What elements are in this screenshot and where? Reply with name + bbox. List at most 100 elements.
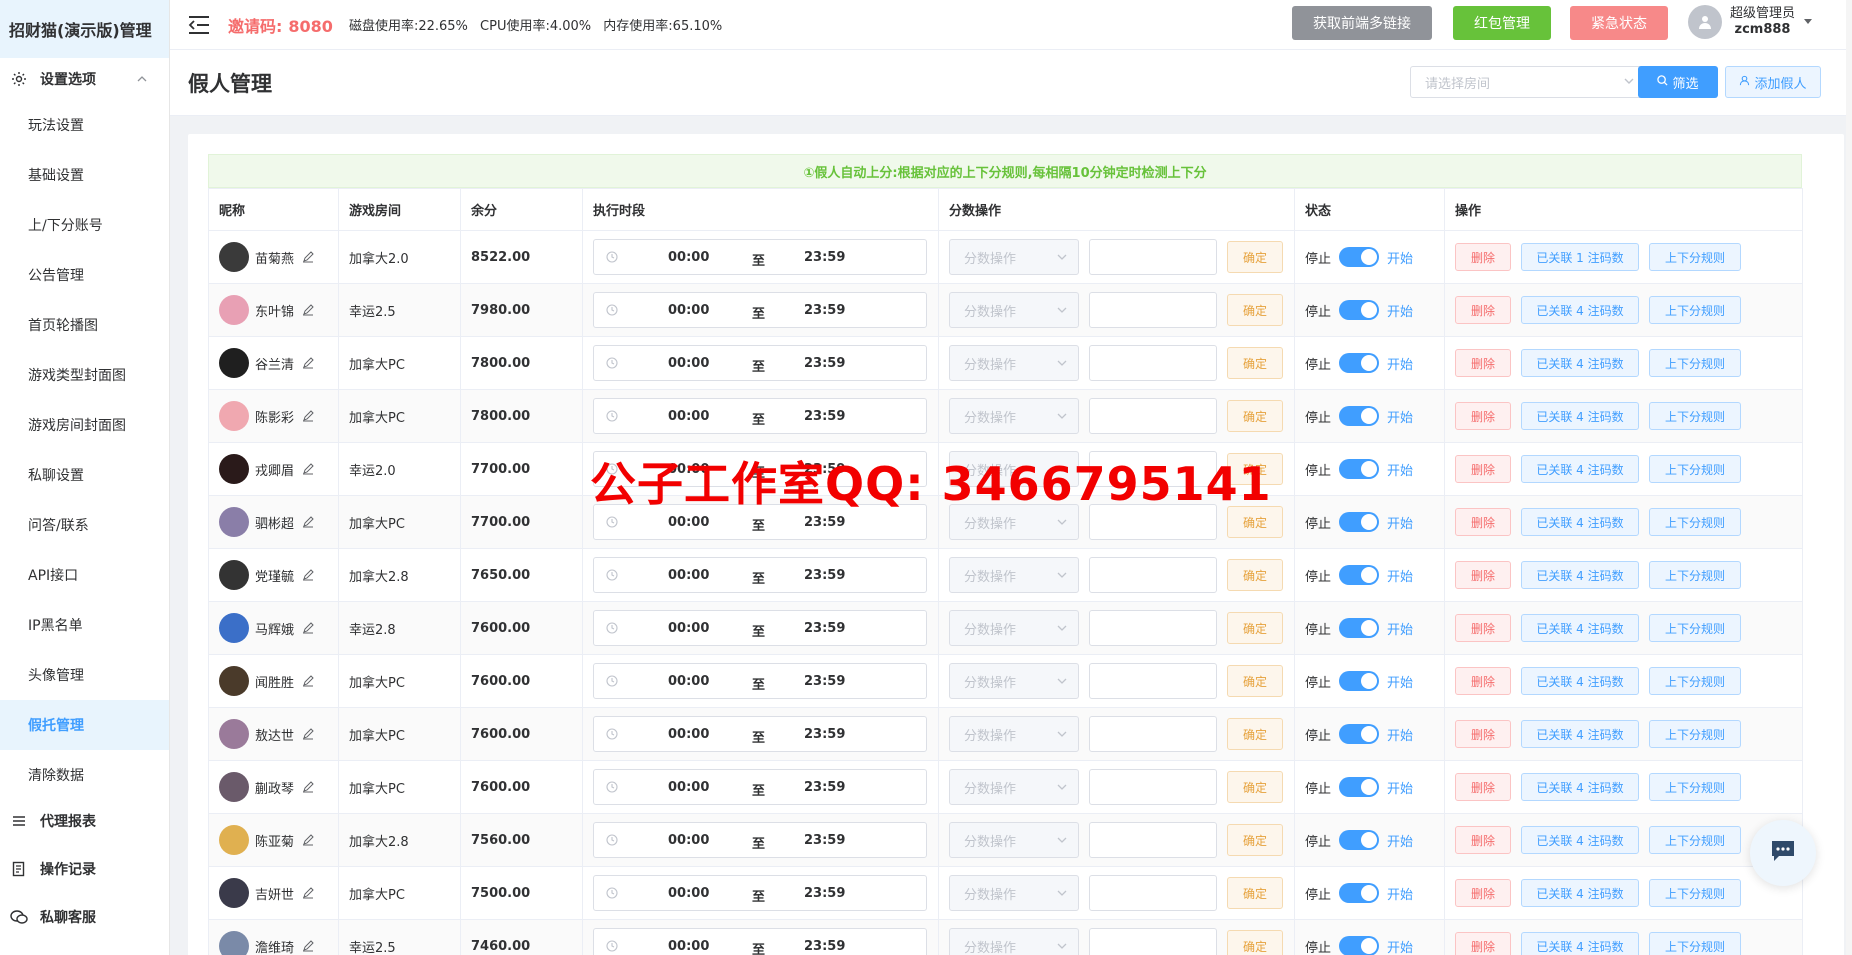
room-select[interactable]: 请选择房间: [1410, 66, 1646, 98]
sidebar-item-13[interactable]: 清除数据: [0, 750, 169, 800]
time-range-picker[interactable]: 00:00 至 23:59: [593, 610, 927, 646]
score-op-select[interactable]: 分数操作: [949, 557, 1079, 593]
score-rule-button[interactable]: 上下分规则: [1649, 932, 1741, 955]
score-op-select[interactable]: 分数操作: [949, 239, 1079, 275]
delete-button[interactable]: 删除: [1455, 243, 1511, 271]
status-toggle[interactable]: [1339, 247, 1380, 267]
edit-icon[interactable]: [302, 622, 314, 634]
status-toggle[interactable]: [1339, 300, 1380, 320]
score-op-select[interactable]: 分数操作: [949, 663, 1079, 699]
sidebar-item-7[interactable]: 私聊设置: [0, 450, 169, 500]
score-op-select[interactable]: 分数操作: [949, 928, 1079, 955]
confirm-button[interactable]: 确定: [1227, 347, 1283, 379]
edit-icon[interactable]: [302, 675, 314, 687]
add-fake-user-button[interactable]: 添加假人: [1725, 66, 1821, 98]
sidebar-item-6[interactable]: 游戏房间封面图: [0, 400, 169, 450]
get-frontend-links-button[interactable]: 获取前端多链接: [1292, 6, 1432, 40]
user-menu[interactable]: 超级管理员 zcm888: [1688, 5, 1813, 39]
edit-icon[interactable]: [302, 463, 314, 475]
linked-bets-button[interactable]: 已关联 4 注码数: [1521, 561, 1639, 589]
status-toggle[interactable]: [1339, 512, 1380, 532]
score-op-select[interactable]: 分数操作: [949, 398, 1079, 434]
confirm-button[interactable]: 确定: [1227, 877, 1283, 909]
menu-toggle-icon[interactable]: [186, 12, 212, 38]
time-range-picker[interactable]: 00:00 至 23:59: [593, 663, 927, 699]
sidebar-item-3[interactable]: 公告管理: [0, 250, 169, 300]
sidebar-item-8[interactable]: 问答/联系: [0, 500, 169, 550]
sidebar-item-2[interactable]: 上/下分账号: [0, 200, 169, 250]
score-op-select[interactable]: 分数操作: [949, 716, 1079, 752]
delete-button[interactable]: 删除: [1455, 826, 1511, 854]
menu-group-agent-report[interactable]: 代理报表: [0, 800, 169, 842]
status-toggle[interactable]: [1339, 830, 1380, 850]
delete-button[interactable]: 删除: [1455, 879, 1511, 907]
score-rule-button[interactable]: 上下分规则: [1649, 720, 1741, 748]
score-rule-button[interactable]: 上下分规则: [1649, 826, 1741, 854]
status-toggle[interactable]: [1339, 724, 1380, 744]
edit-icon[interactable]: [302, 516, 314, 528]
delete-button[interactable]: 删除: [1455, 296, 1511, 324]
time-range-picker[interactable]: 00:00 至 23:59: [593, 928, 927, 955]
status-toggle[interactable]: [1339, 353, 1380, 373]
page-scrollbar[interactable]: [1846, 0, 1852, 955]
time-range-picker[interactable]: 00:00 至 23:59: [593, 875, 927, 911]
score-rule-button[interactable]: 上下分规则: [1649, 561, 1741, 589]
time-range-picker[interactable]: 00:00 至 23:59: [593, 398, 927, 434]
score-amount-input[interactable]: [1089, 875, 1217, 911]
status-toggle[interactable]: [1339, 883, 1380, 903]
edit-icon[interactable]: [302, 304, 314, 316]
sidebar-item-12[interactable]: 假托管理: [0, 700, 169, 750]
linked-bets-button[interactable]: 已关联 4 注码数: [1521, 614, 1639, 642]
confirm-button[interactable]: 确定: [1227, 400, 1283, 432]
sidebar-item-0[interactable]: 玩法设置: [0, 100, 169, 150]
edit-icon[interactable]: [302, 940, 314, 952]
linked-bets-button[interactable]: 已关联 4 注码数: [1521, 296, 1639, 324]
time-range-picker[interactable]: 00:00 至 23:59: [593, 557, 927, 593]
time-range-picker[interactable]: 00:00 至 23:59: [593, 716, 927, 752]
score-op-select[interactable]: 分数操作: [949, 769, 1079, 805]
filter-button[interactable]: 筛选: [1638, 66, 1718, 98]
sidebar-item-9[interactable]: API接口: [0, 550, 169, 600]
score-rule-button[interactable]: 上下分规则: [1649, 243, 1741, 271]
confirm-button[interactable]: 确定: [1227, 294, 1283, 326]
status-toggle[interactable]: [1339, 406, 1380, 426]
score-rule-button[interactable]: 上下分规则: [1649, 455, 1741, 483]
delete-button[interactable]: 删除: [1455, 402, 1511, 430]
status-toggle[interactable]: [1339, 671, 1380, 691]
score-op-select[interactable]: 分数操作: [949, 345, 1079, 381]
score-amount-input[interactable]: [1089, 239, 1217, 275]
score-amount-input[interactable]: [1089, 610, 1217, 646]
edit-icon[interactable]: [302, 251, 314, 263]
score-op-select[interactable]: 分数操作: [949, 822, 1079, 858]
sidebar-item-11[interactable]: 头像管理: [0, 650, 169, 700]
status-toggle[interactable]: [1339, 565, 1380, 585]
chat-float-button[interactable]: [1750, 820, 1816, 886]
confirm-button[interactable]: 确定: [1227, 930, 1283, 955]
score-amount-input[interactable]: [1089, 345, 1217, 381]
status-toggle[interactable]: [1339, 936, 1380, 955]
edit-icon[interactable]: [302, 781, 314, 793]
linked-bets-button[interactable]: 已关联 1 注码数: [1521, 243, 1639, 271]
status-toggle[interactable]: [1339, 777, 1380, 797]
linked-bets-button[interactable]: 已关联 4 注码数: [1521, 826, 1639, 854]
time-range-picker[interactable]: 00:00 至 23:59: [593, 292, 927, 328]
edit-icon[interactable]: [302, 834, 314, 846]
score-amount-input[interactable]: [1089, 663, 1217, 699]
time-range-picker[interactable]: 00:00 至 23:59: [593, 822, 927, 858]
edit-icon[interactable]: [302, 569, 314, 581]
delete-button[interactable]: 删除: [1455, 614, 1511, 642]
sidebar-item-5[interactable]: 游戏类型封面图: [0, 350, 169, 400]
linked-bets-button[interactable]: 已关联 4 注码数: [1521, 879, 1639, 907]
linked-bets-button[interactable]: 已关联 4 注码数: [1521, 508, 1639, 536]
confirm-button[interactable]: 确定: [1227, 718, 1283, 750]
status-toggle[interactable]: [1339, 459, 1380, 479]
score-op-select[interactable]: 分数操作: [949, 292, 1079, 328]
confirm-button[interactable]: 确定: [1227, 612, 1283, 644]
redpacket-manage-button[interactable]: 红包管理: [1453, 6, 1551, 40]
delete-button[interactable]: 删除: [1455, 561, 1511, 589]
delete-button[interactable]: 删除: [1455, 349, 1511, 377]
confirm-button[interactable]: 确定: [1227, 824, 1283, 856]
linked-bets-button[interactable]: 已关联 4 注码数: [1521, 667, 1639, 695]
linked-bets-button[interactable]: 已关联 4 注码数: [1521, 349, 1639, 377]
score-rule-button[interactable]: 上下分规则: [1649, 296, 1741, 324]
